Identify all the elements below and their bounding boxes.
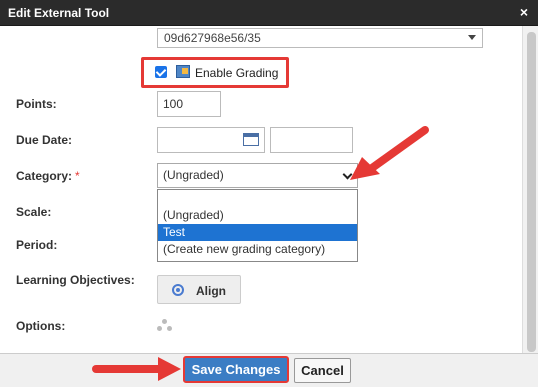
category-option-blank[interactable] [158,191,357,208]
align-button[interactable]: Align [157,275,241,304]
points-value: 100 [163,97,184,111]
grading-icon [176,65,190,78]
align-button-label: Align [196,284,226,298]
category-select-value: (Ungraded) [163,168,224,182]
scrollbar-thumb[interactable] [527,32,536,352]
tool-select-value: 09d627968e56/35 [164,31,261,45]
category-option-ungraded[interactable]: (Ungraded) [158,207,357,224]
cancel-button[interactable]: Cancel [294,358,351,383]
category-select[interactable]: (Ungraded) [157,163,358,188]
category-option-create-new[interactable]: (Create new grading category) [158,241,357,258]
tool-select[interactable]: 09d627968e56/35 [157,28,483,48]
points-input[interactable]: 100 [157,91,221,117]
vertical-scrollbar[interactable] [522,26,538,353]
points-label: Points: [16,97,57,111]
due-date-label: Due Date: [16,133,73,147]
close-icon[interactable]: × [520,4,528,20]
category-dropdown-list: (Ungraded) Test (Create new grading cate… [157,189,358,262]
chevron-down-icon [342,169,353,180]
scale-label: Scale: [16,205,52,219]
enable-grading-label: Enable Grading [195,66,279,80]
learning-objectives-label: Learning Objectives: [16,273,135,287]
options-icon[interactable] [157,319,173,333]
select-arrow-icon [468,35,476,40]
save-changes-button[interactable]: Save Changes [183,356,289,383]
align-icon [172,284,184,296]
dialog-title: Edit External Tool [8,6,110,20]
dialog-titlebar: Edit External Tool × [0,0,538,26]
enable-grading-checkbox[interactable] [155,66,167,78]
enable-grading-highlight: Enable Grading [141,57,289,88]
due-time-input[interactable] [270,127,353,153]
required-marker: * [75,169,80,183]
category-option-test[interactable]: Test [158,224,357,241]
options-label: Options: [16,319,66,333]
calendar-icon[interactable] [243,133,259,146]
period-label: Period: [16,238,58,252]
category-label: Category: * [16,169,80,183]
